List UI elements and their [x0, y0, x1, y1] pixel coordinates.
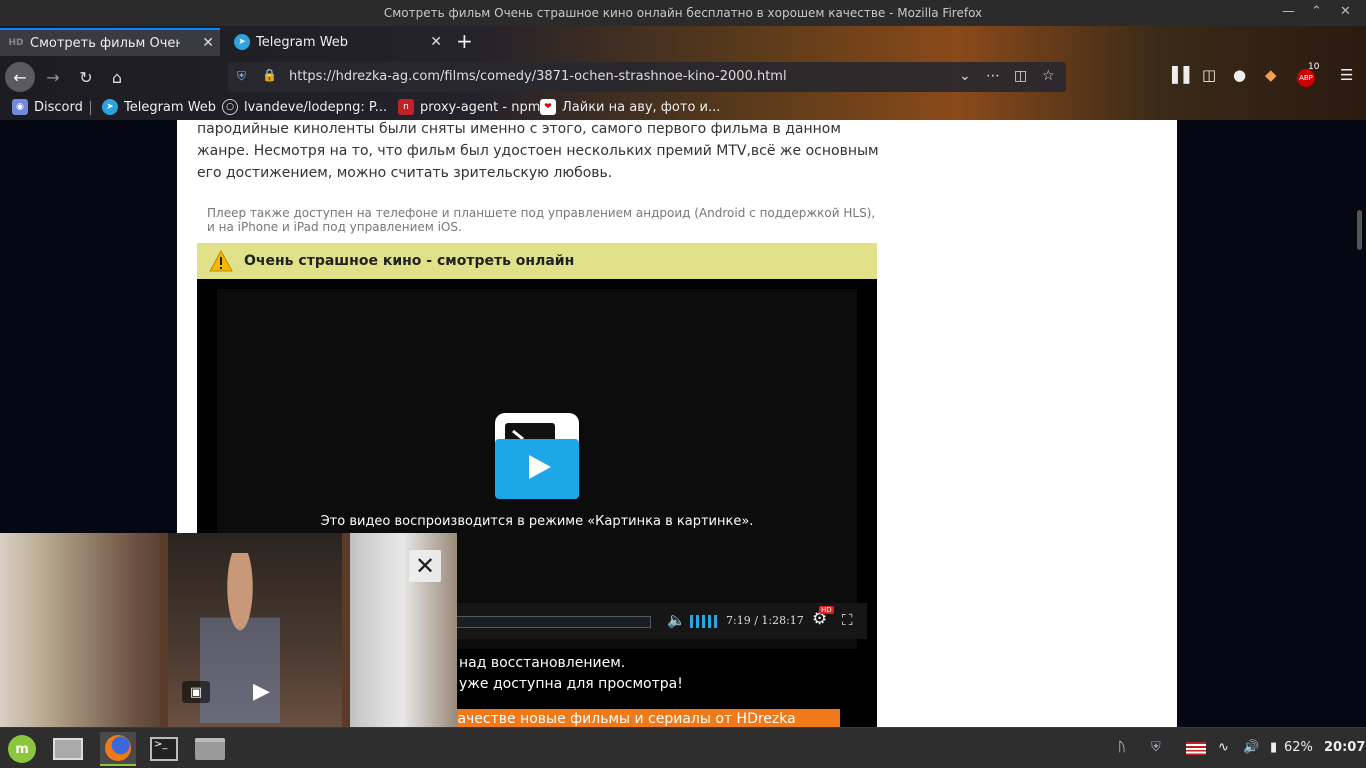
reload-button[interactable]: ↻	[71, 62, 101, 92]
discord-icon: ◉	[12, 99, 28, 115]
window-titlebar: Смотреть фильм Очень страшное кино онлай…	[0, 0, 1366, 26]
mint-menu-icon[interactable]: m	[4, 732, 40, 766]
clock[interactable]: 20:07	[1324, 740, 1365, 755]
pip-return-to-tab-icon[interactable]: ▣	[182, 681, 210, 703]
bookmark-lodepng[interactable]: ○ lvandeve/lodepng: P...	[222, 99, 387, 115]
close-tab-icon[interactable]: ✕	[202, 35, 214, 51]
tab-strip: HD Смотреть фильм Очень ✕ ➤ Telegram Web…	[0, 26, 1366, 56]
battery-icon[interactable]: ▮	[1270, 740, 1277, 755]
bookmark-star-icon[interactable]: ☆	[1042, 68, 1055, 84]
telegram-icon: ➤	[102, 99, 118, 115]
pip-close-button[interactable]: ✕	[409, 550, 441, 582]
player-title: Очень страшное кино - смотреть онлайн	[244, 253, 575, 269]
bookmark-likes[interactable]: ❤ Лайки на аву, фото и...	[540, 99, 720, 115]
page-actions-icon[interactable]: ⋯	[986, 68, 1000, 84]
bookmarks-toolbar: ◉ Discord ➤ Telegram Web ○ lvandeve/lode…	[0, 96, 1366, 120]
us-flag-icon[interactable]	[1186, 742, 1206, 755]
restoration-message: над восстановлением.	[459, 655, 626, 671]
account-icon[interactable]: ●	[1233, 66, 1246, 84]
home-button[interactable]: ⌂	[102, 62, 132, 92]
library-icon[interactable]: ▌▌	[1172, 66, 1195, 84]
pocket-icon[interactable]: ◫	[1014, 68, 1027, 84]
volume-tray-icon[interactable]: 🔊	[1243, 740, 1259, 755]
globe-icon: ○	[222, 99, 238, 115]
bookmark-label: Лайки на аву, фото и...	[562, 99, 721, 115]
heart-icon: ❤	[540, 99, 556, 115]
tab-label: Смотреть фильм Очень	[30, 35, 180, 51]
bookmark-separator	[90, 101, 91, 115]
fox-extension-icon[interactable]: ◆	[1265, 66, 1277, 84]
volume-slider[interactable]	[690, 615, 717, 628]
warning-icon	[209, 250, 233, 272]
pip-play-icon[interactable]: ▶	[253, 679, 270, 704]
window-title: Смотреть фильм Очень страшное кино онлай…	[383, 6, 983, 20]
forward-button[interactable]: →	[38, 62, 68, 92]
wifi-icon[interactable]: ∿	[1218, 740, 1229, 755]
bookmark-label: Telegram Web	[124, 99, 217, 115]
volume-icon[interactable]: 🔈	[667, 611, 686, 629]
bookmark-telegram[interactable]: ➤ Telegram Web	[102, 99, 216, 115]
back-button[interactable]: ←	[5, 62, 35, 92]
pip-message: Это видео воспроизводится в режиме «Карт…	[320, 514, 754, 529]
bookmark-label: proxy-agent - npm	[420, 99, 541, 115]
bookmark-discord[interactable]: ◉ Discord	[12, 99, 83, 115]
menu-icon[interactable]: ☰	[1340, 66, 1353, 84]
adblock-count-badge: 10	[1308, 62, 1320, 72]
folder-icon[interactable]	[192, 732, 228, 766]
taskbar: m >_ ᚢ ⛨ ∿ 🔊 ▮ 62% 20:07	[0, 727, 1366, 768]
terminal-icon[interactable]: >_	[146, 732, 182, 766]
update-shield-icon[interactable]: ⛨	[1151, 740, 1161, 755]
tracking-shield-icon[interactable]: ⛨	[237, 69, 246, 84]
hd-favicon-icon: HD	[8, 38, 24, 48]
bookmark-label: Discord	[34, 99, 83, 115]
battery-percent: 62%	[1284, 740, 1313, 755]
url-text[interactable]: https://hdrezka-ag.com/films/comedy/3871…	[289, 69, 787, 84]
tab-telegram[interactable]: ➤ Telegram Web ✕	[226, 28, 448, 56]
bookmark-label: lvandeve/lodepng: P...	[244, 99, 388, 115]
firefox-icon[interactable]	[100, 732, 136, 766]
show-desktop-icon[interactable]	[50, 732, 86, 766]
page-scrollbar[interactable]	[1357, 210, 1362, 250]
tab-label: Telegram Web	[256, 34, 349, 50]
minimize-icon[interactable]: —	[1282, 4, 1295, 19]
new-tab-button[interactable]: +	[456, 29, 473, 53]
bookmark-npm[interactable]: n proxy-agent - npm	[398, 99, 540, 115]
promo-banner[interactable]: качестве новые фильмы и сериалы от HDrez…	[439, 709, 840, 727]
hd-badge: HD	[819, 606, 834, 614]
url-bar[interactable]: ⛨ 🔒 https://hdrezka-ag.com/films/comedy/…	[228, 62, 1066, 92]
close-window-icon[interactable]: ✕	[1340, 4, 1351, 19]
close-tab-icon[interactable]: ✕	[430, 34, 442, 50]
promo-text: качестве новые фильмы и сериалы от HDrez…	[449, 711, 796, 727]
player-header: Очень страшное кино - смотреть онлайн	[197, 243, 877, 279]
fullscreen-icon[interactable]: ⛶	[842, 611, 853, 629]
time-display: 7:19 / 1:28:17	[726, 614, 804, 627]
maximize-icon[interactable]: ⌃	[1311, 4, 1322, 19]
player-availability-note: Плеер также доступен на телефоне и планш…	[207, 206, 876, 234]
available-message: уже доступна для просмотра!	[459, 676, 683, 692]
lock-icon[interactable]: 🔒	[262, 68, 277, 82]
film-description: пародийные киноленты были сняты именно с…	[197, 121, 879, 181]
chevron-down-icon[interactable]: ⌄	[959, 68, 971, 84]
pip-window[interactable]: ✕ ▣ ▶	[0, 533, 457, 727]
telegram-icon: ➤	[234, 34, 250, 50]
sidebar-icon[interactable]: ◫	[1202, 66, 1216, 84]
navigation-toolbar: ← → ↻ ⌂ ⛨ 🔒 https://hdrezka-ag.com/films…	[0, 58, 1366, 96]
bluetooth-icon[interactable]: ᚢ	[1118, 740, 1126, 755]
tab-hdrezka[interactable]: HD Смотреть фильм Очень ✕	[0, 28, 220, 56]
npm-icon: n	[398, 99, 414, 115]
picture-in-picture-icon	[495, 413, 579, 499]
